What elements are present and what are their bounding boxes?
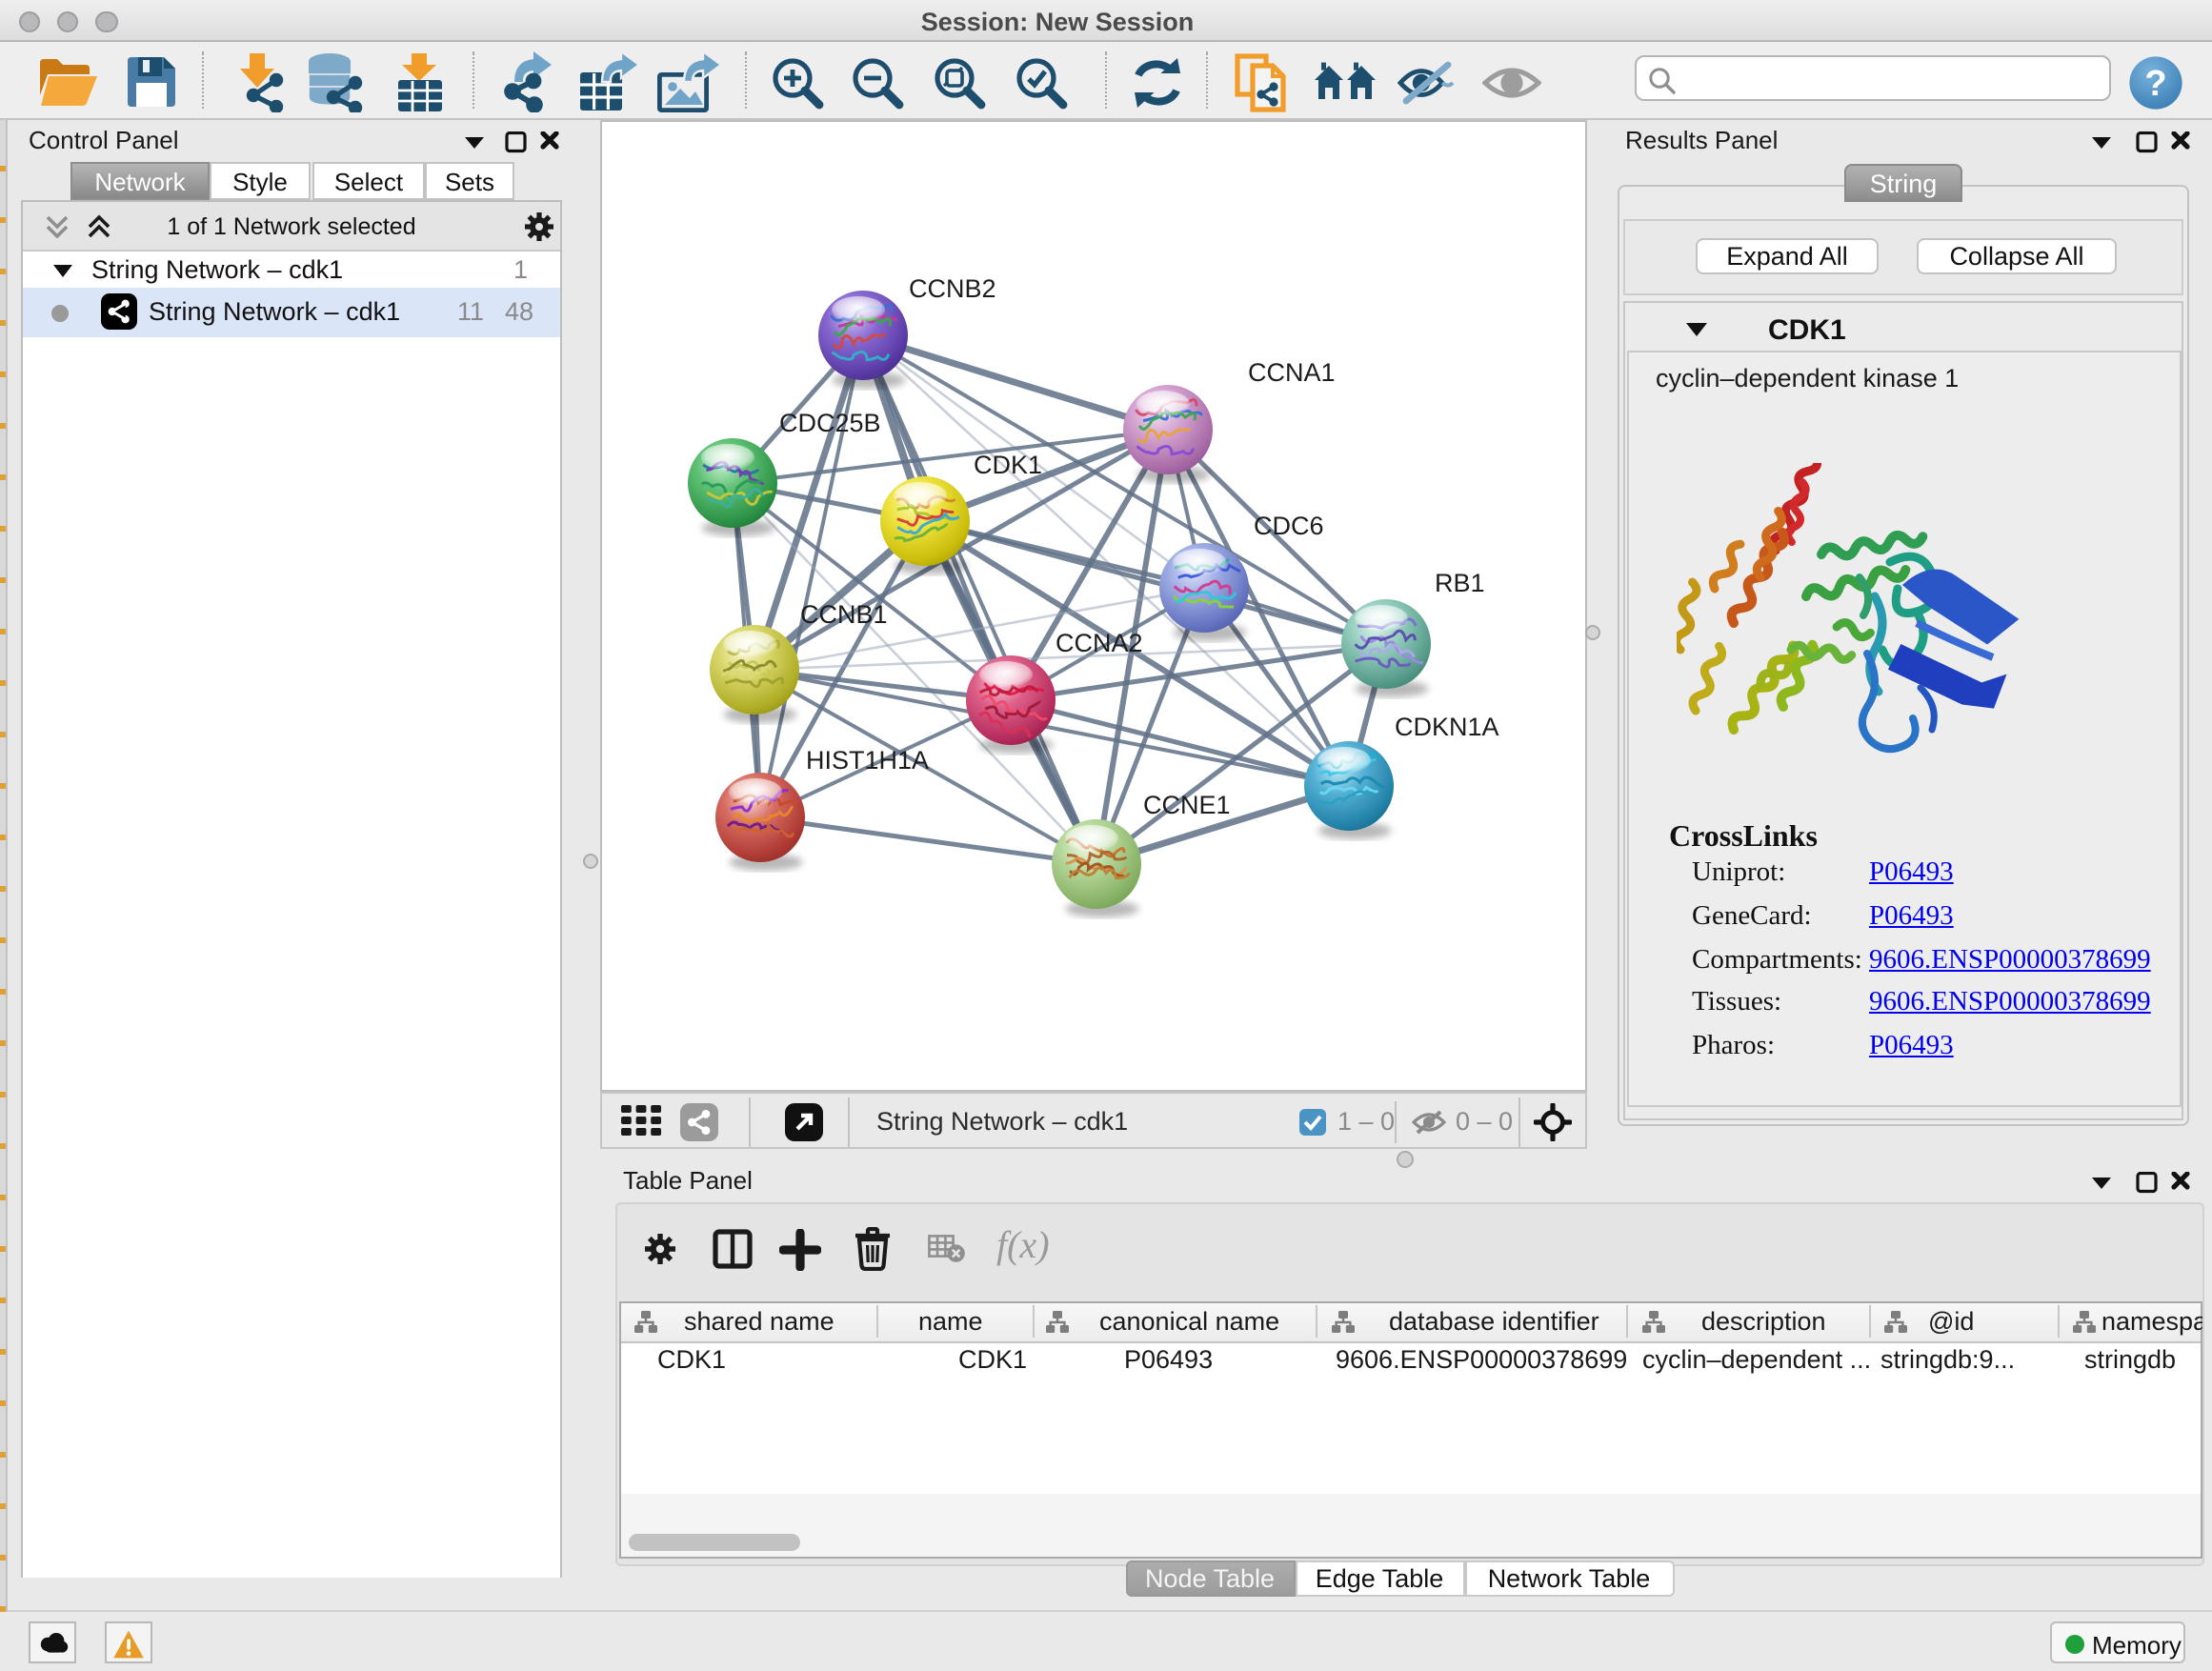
svg-text:9606.ENSP00000378699: 9606.ENSP00000378699 [1336, 1344, 1627, 1373]
svg-text:CCNB1: CCNB1 [800, 599, 888, 628]
svg-text:database identifier: database identifier [1389, 1306, 1599, 1335]
svg-text:CCNB2: CCNB2 [909, 273, 996, 302]
svg-text:cyclin–dependent ...: cyclin–dependent ... [1642, 1344, 1871, 1373]
svg-text:stringdb: stringdb [2084, 1344, 2176, 1373]
svg-text:?: ? [2144, 63, 2166, 103]
svg-text:CCNA1: CCNA1 [1248, 357, 1336, 386]
svg-text:CDKN1A: CDKN1A [1395, 712, 1499, 740]
svg-text:HIST1H1A: HIST1H1A [806, 745, 929, 774]
svg-text:CCNE1: CCNE1 [1143, 790, 1231, 818]
svg-text:namespac: namespac [2101, 1306, 2202, 1335]
svg-text:shared name: shared name [684, 1306, 835, 1335]
svg-text:CDK1: CDK1 [657, 1344, 726, 1373]
svg-text:P06493: P06493 [1124, 1344, 1213, 1373]
svg-text:RB1: RB1 [1435, 568, 1485, 596]
svg-text:name: name [918, 1306, 983, 1335]
svg-text:stringdb:9...: stringdb:9... [1880, 1344, 2015, 1373]
svg-text:CDK1: CDK1 [974, 450, 1042, 478]
svg-text:@id: @id [1928, 1306, 1974, 1335]
svg-text:CDK1: CDK1 [958, 1344, 1027, 1373]
svg-text:description: description [1701, 1306, 1826, 1335]
svg-text:CDC25B: CDC25B [779, 408, 881, 436]
svg-text:canonical name: canonical name [1099, 1306, 1279, 1335]
svg-text:CDC6: CDC6 [1254, 511, 1324, 539]
svg-text:CCNA2: CCNA2 [1056, 628, 1143, 656]
